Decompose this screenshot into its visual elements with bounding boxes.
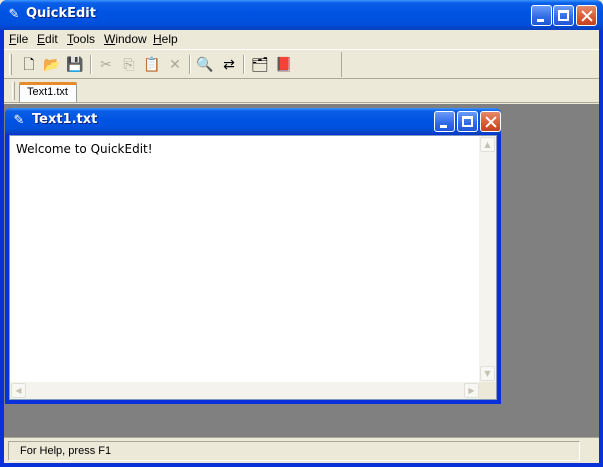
- menu-tools[interactable]: Tools: [67, 32, 95, 46]
- document-close-button[interactable]: [480, 111, 501, 132]
- document-minimize-button[interactable]: [434, 111, 455, 132]
- document-tab-bar: Text1.txt: [4, 79, 599, 103]
- vertical-scrollbar[interactable]: ▲ ▼: [479, 136, 496, 382]
- menu-window[interactable]: Window: [104, 32, 147, 46]
- mdi-client-area: ✎ Text1.txt Welcome to QuickEdit! ▲ ▼ ◀ …: [4, 104, 599, 437]
- open-folder-icon[interactable]: 📂: [41, 54, 63, 75]
- main-titlebar[interactable]: ✎ QuickEdit: [0, 0, 603, 30]
- menu-file[interactable]: File: [9, 32, 28, 46]
- quickedit-app-icon[interactable]: ✎: [6, 7, 22, 23]
- delete-icon[interactable]: ✕: [164, 54, 186, 75]
- save-icon[interactable]: 💾: [64, 54, 86, 75]
- menu-help[interactable]: Help: [153, 32, 178, 46]
- minimize-button[interactable]: [531, 5, 552, 26]
- status-bar: For Help, press F1: [4, 437, 599, 463]
- document-content[interactable]: Welcome to QuickEdit!: [16, 142, 153, 156]
- document-maximize-button[interactable]: [457, 111, 478, 132]
- size-grip[interactable]: [479, 382, 496, 399]
- main-window: ✎ QuickEdit File Edit Tools Window Help …: [0, 0, 603, 467]
- client-area: File Edit Tools Window Help 🗋 📂 💾 ✂ ⎘ 📋 …: [4, 30, 599, 463]
- toolbar-grip[interactable]: [9, 54, 12, 75]
- toolbar-band: 🗋 📂 💾 ✂ ⎘ 📋 ✕ 🔍 ⇄ 🗂 📕: [4, 49, 599, 79]
- toolbar-separator: [189, 55, 191, 74]
- window-title: QuickEdit: [26, 6, 96, 21]
- new-file-icon[interactable]: 🗋: [18, 54, 40, 75]
- maximize-button[interactable]: [553, 5, 574, 26]
- document-window: ✎ Text1.txt Welcome to QuickEdit! ▲ ▼ ◀ …: [5, 108, 501, 404]
- scroll-up-arrow[interactable]: ▲: [480, 137, 495, 152]
- replace-icon[interactable]: ⇄: [218, 54, 240, 75]
- toolbar-separator: [90, 55, 92, 74]
- paste-icon[interactable]: 📋: [141, 54, 163, 75]
- tab-text1[interactable]: Text1.txt: [19, 82, 77, 102]
- scroll-right-arrow[interactable]: ▶: [464, 383, 479, 398]
- status-text: For Help, press F1: [20, 445, 112, 457]
- cut-icon[interactable]: ✂: [95, 54, 117, 75]
- close-button[interactable]: [576, 5, 597, 26]
- menu-bar: File Edit Tools Window Help: [4, 30, 599, 49]
- copy-icon[interactable]: ⎘: [118, 54, 140, 75]
- find-icon[interactable]: 🔍: [194, 54, 216, 75]
- horizontal-scrollbar[interactable]: ◀ ▶: [10, 382, 480, 399]
- tabbar-grip[interactable]: [12, 82, 15, 100]
- document-title: Text1.txt: [32, 112, 98, 127]
- standard-toolbar: 🗋 📂 💾 ✂ ⎘ 📋 ✕ 🔍 ⇄ 🗂 📕: [6, 52, 342, 77]
- help-book-icon[interactable]: 📕: [273, 54, 295, 75]
- document-icon[interactable]: ✎: [11, 113, 27, 129]
- properties-icon[interactable]: 🗂: [249, 54, 271, 75]
- menu-edit[interactable]: Edit: [37, 32, 58, 46]
- toolbar-separator: [243, 55, 245, 74]
- status-pane: For Help, press F1: [8, 441, 580, 461]
- scroll-left-arrow[interactable]: ◀: [11, 383, 26, 398]
- scroll-down-arrow[interactable]: ▼: [480, 366, 495, 381]
- editor-area[interactable]: Welcome to QuickEdit! ▲ ▼ ◀ ▶: [9, 135, 497, 400]
- status-resize-grip[interactable]: [584, 441, 599, 461]
- document-titlebar[interactable]: ✎ Text1.txt: [5, 108, 501, 134]
